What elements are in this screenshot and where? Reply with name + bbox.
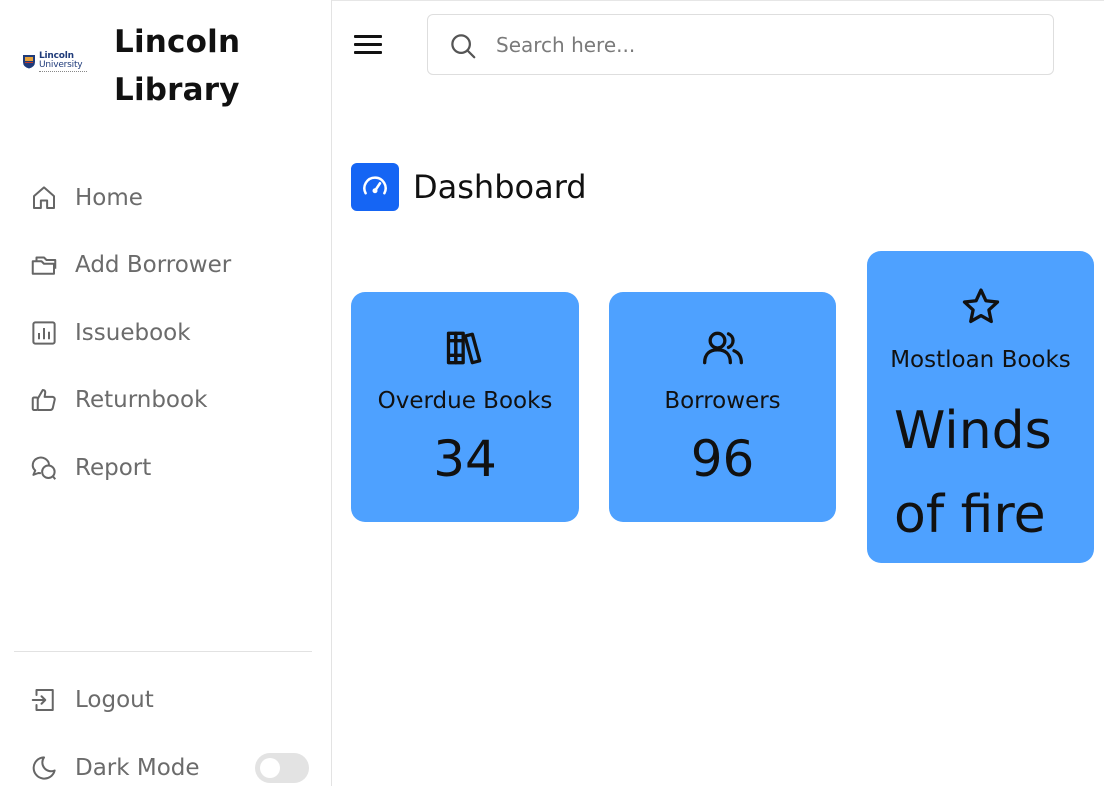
card-value: 34 (433, 430, 497, 488)
toggle-knob (260, 758, 280, 778)
overdue-books-card[interactable]: Overdue Books 34 (351, 292, 579, 522)
sidebar-item-returnbook[interactable]: Returnbook (14, 377, 314, 423)
sidebar: Lincoln University Lincoln Library Home … (0, 0, 332, 786)
folders-icon (27, 248, 61, 282)
speedometer-icon (351, 163, 399, 211)
sidebar-item-label: Report (75, 455, 152, 481)
card-title: Mostloan Books (890, 347, 1071, 373)
sidebar-item-label: Add Borrower (75, 252, 232, 278)
sidebar-item-issuebook[interactable]: Issuebook (14, 310, 314, 356)
sidebar-item-label: Returnbook (75, 387, 208, 413)
sidebar-item-label: Issuebook (75, 320, 191, 346)
logo-text-university: University (39, 60, 83, 70)
page-title: Dashboard (413, 168, 587, 206)
brand: Lincoln University Lincoln Library (22, 14, 322, 114)
search-bar (427, 14, 1054, 75)
star-icon (867, 285, 1094, 329)
shield-icon (23, 55, 35, 69)
card-title: Overdue Books (377, 388, 553, 414)
card-value: Winds of fire (894, 401, 1052, 545)
home-icon (27, 181, 61, 215)
thumbs-up-icon (27, 383, 61, 417)
sidebar-item-home[interactable]: Home (14, 175, 314, 221)
search-input[interactable] (496, 27, 1036, 63)
logo-tagline (39, 71, 87, 72)
logout-label: Logout (75, 687, 154, 713)
dark-mode-label: Dark Mode (75, 755, 200, 781)
search-icon[interactable] (448, 31, 478, 61)
dashboard-header: Dashboard (351, 163, 587, 211)
sidebar-divider (14, 651, 312, 652)
chat-bubbles-icon (27, 451, 61, 485)
app-title: Lincoln Library (114, 24, 241, 108)
card-title: Borrowers (664, 388, 781, 414)
borrowers-card[interactable]: Borrowers 96 (609, 292, 836, 522)
sidebar-item-add-borrower[interactable]: Add Borrower (14, 242, 314, 288)
sidebar-item-label: Home (75, 185, 143, 211)
sidebar-item-report[interactable]: Report (14, 445, 314, 491)
logout-icon (27, 683, 61, 717)
most-loan-books-card[interactable]: Mostloan Books Winds of fire (867, 251, 1094, 563)
logout-button[interactable]: Logout (14, 677, 314, 723)
card-value: 96 (690, 430, 755, 488)
users-icon (609, 326, 836, 370)
books-icon (351, 326, 579, 370)
dark-mode-toggle[interactable] (255, 753, 309, 783)
hamburger-menu-icon[interactable] (352, 30, 386, 58)
bar-chart-icon (27, 316, 61, 350)
moon-icon (27, 751, 61, 785)
university-logo[interactable]: Lincoln University (22, 50, 92, 76)
